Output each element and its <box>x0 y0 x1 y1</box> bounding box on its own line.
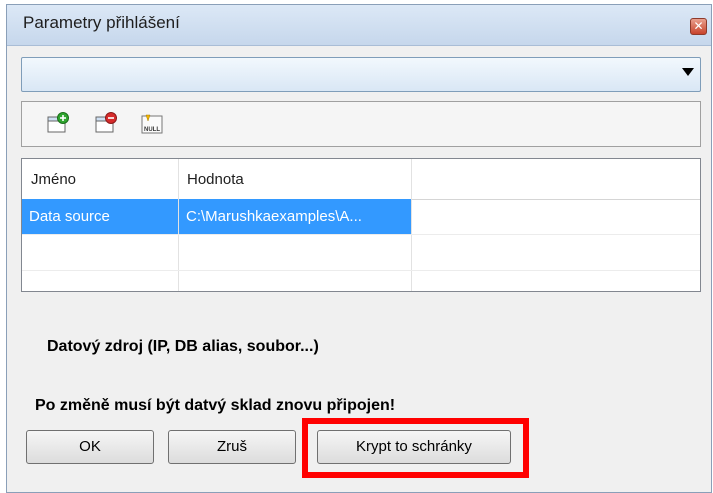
column-header-name[interactable]: Jméno <box>31 171 76 188</box>
highlight-frame <box>302 418 529 478</box>
table-row[interactable] <box>22 271 700 291</box>
table-row[interactable]: Data source C:\Marushkaexamples\A... <box>22 199 700 235</box>
title-bar[interactable]: Parametry přihlášení ✕ <box>7 5 711 46</box>
cancel-button[interactable]: Zruš <box>168 430 296 464</box>
null-badge: NULL <box>144 127 160 133</box>
add-parameter-icon <box>47 112 69 133</box>
set-null-button[interactable]: NULL <box>140 112 166 136</box>
cell-value[interactable] <box>179 271 411 291</box>
toolbar: NULL <box>21 101 701 147</box>
cell-value[interactable] <box>179 235 411 270</box>
chevron-down-icon <box>682 68 694 76</box>
column-header-value[interactable]: Hodnota <box>187 171 244 188</box>
grid-header: Jméno Hodnota <box>22 159 700 200</box>
table-row[interactable] <box>22 235 700 271</box>
connection-dropdown[interactable] <box>21 57 701 92</box>
cell-name[interactable] <box>22 271 178 291</box>
cell-value[interactable]: C:\Marushkaexamples\A... <box>179 199 411 234</box>
ok-button[interactable]: OK <box>26 430 154 464</box>
reconnect-warning: Po změně musí být datvý sklad znovu přip… <box>35 397 396 414</box>
remove-parameter-icon <box>95 112 117 133</box>
remove-parameter-button[interactable] <box>94 112 120 136</box>
add-parameter-button[interactable] <box>46 112 72 136</box>
parameter-description: Datový zdroj (IP, DB alias, soubor...) <box>47 338 319 355</box>
window-title: Parametry přihlášení <box>23 13 180 32</box>
parameters-grid[interactable]: Jméno Hodnota Data source C:\Marushkaexa… <box>21 158 701 292</box>
set-null-icon: NULL <box>141 114 163 134</box>
cell-name[interactable] <box>22 235 178 270</box>
close-button[interactable]: ✕ <box>690 18 707 35</box>
cell-name[interactable]: Data source <box>22 199 178 234</box>
close-icon: ✕ <box>693 19 704 33</box>
